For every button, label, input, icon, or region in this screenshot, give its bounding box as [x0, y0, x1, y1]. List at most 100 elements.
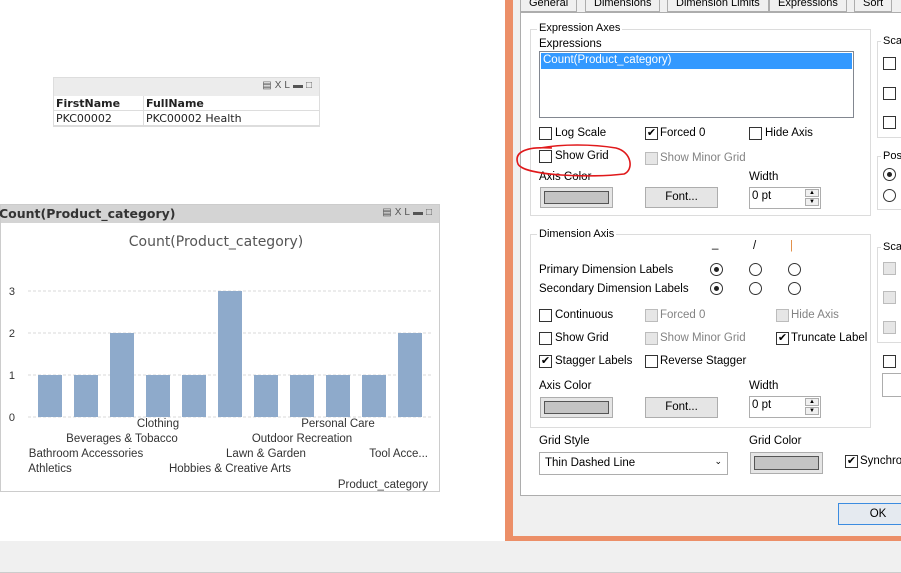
truncate-label-checkbox[interactable]: ✔	[776, 332, 789, 345]
axis-color-swatch[interactable]	[540, 187, 613, 208]
reverse-stagger-checkbox[interactable]	[645, 355, 658, 368]
maximize-icon[interactable]: □	[306, 80, 315, 91]
x-category-label: Bathroom Accessories	[29, 448, 144, 460]
dim-show-minor-grid-label: Show Minor Grid	[660, 332, 746, 344]
dim-show-grid-checkbox[interactable]	[539, 332, 552, 345]
bar[interactable]	[362, 375, 386, 417]
continuous-label: Continuous	[555, 309, 614, 321]
maximize-icon[interactable]: □	[426, 207, 435, 218]
chart-box-icons[interactable]: ▤XL▬□	[382, 207, 435, 218]
dim-axis-color-swatch[interactable]	[540, 397, 613, 418]
xl-export-icon[interactable]: XL	[275, 80, 293, 91]
log-scale-label: Log Scale	[555, 127, 607, 139]
y-tick-label: 3	[9, 286, 15, 298]
log-scale-checkbox[interactable]	[539, 127, 552, 140]
font-button[interactable]: Font...	[645, 187, 718, 208]
x-category-label: Personal Care	[301, 418, 375, 430]
position-radio-1[interactable]	[883, 168, 896, 181]
column-header-fullname[interactable]: FullName	[144, 96, 320, 111]
scale-checkbox-3[interactable]	[883, 116, 896, 129]
dim-font-button[interactable]: Font...	[645, 397, 718, 418]
minimize-icon[interactable]: ▬	[413, 207, 426, 218]
xl-export-icon[interactable]: XL	[395, 207, 413, 218]
spin-up-icon[interactable]: ▲	[805, 189, 819, 197]
grid-style-select[interactable]: Thin Dashed Line ⌄	[539, 452, 728, 475]
cell-fullname[interactable]: PKC00002 Health Checks_31May17	[144, 111, 320, 126]
ok-button[interactable]: OK	[838, 503, 901, 525]
dim-show-grid-label: Show Grid	[555, 332, 609, 344]
secondary-horizontal-radio[interactable]	[710, 282, 723, 295]
reverse-stagger-label: Reverse Stagger	[660, 355, 747, 367]
bar[interactable]	[398, 333, 422, 417]
tab-expressions[interactable]: Expressions	[769, 0, 847, 12]
minimize-icon[interactable]: ▬	[293, 80, 306, 91]
tab-dimension-limits[interactable]: Dimension Limits	[667, 0, 769, 12]
position-group-label: Pos	[881, 150, 901, 162]
bar[interactable]	[182, 375, 206, 417]
hide-axis-checkbox[interactable]	[749, 127, 762, 140]
show-minor-grid-checkbox	[645, 152, 658, 165]
y-tick-label: 2	[9, 328, 15, 340]
bar[interactable]	[254, 375, 278, 417]
dim-hide-axis-label: Hide Axis	[791, 309, 839, 321]
x-category-label: Clothing	[137, 418, 179, 430]
tab-sort[interactable]: Sort	[854, 0, 893, 12]
expression-item[interactable]: Count(Product_category)	[541, 53, 852, 69]
position-radio-2[interactable]	[883, 189, 896, 202]
hide-axis-label: Hide Axis	[765, 127, 813, 139]
primary-horizontal-radio[interactable]	[710, 263, 723, 276]
scale-checkbox-2[interactable]	[883, 87, 896, 100]
dim-scale-checkbox-2	[883, 291, 896, 304]
column-header-firstname[interactable]: FirstName	[54, 96, 144, 111]
synchronize-label: Synchronize	[860, 455, 901, 467]
forced0-checkbox[interactable]: ✔	[645, 127, 658, 140]
dim-width-label: Width	[749, 380, 779, 392]
width-spinner[interactable]: 0 pt ▲ ▼	[749, 187, 821, 209]
dimension-axis-label: Dimension Axis	[537, 228, 617, 240]
spin-down-icon[interactable]: ▼	[805, 407, 819, 415]
cell-firstname[interactable]: PKC00002	[54, 111, 144, 126]
bar[interactable]	[38, 375, 62, 417]
grid-color-swatch[interactable]	[750, 452, 823, 474]
dim-show-minor-grid-checkbox	[645, 332, 658, 345]
x-category-label: Beverages & Tobacco	[66, 433, 178, 445]
show-minor-grid-label: Show Minor Grid	[660, 152, 746, 164]
extra-checkbox[interactable]	[883, 355, 896, 368]
chevron-down-icon: ⌄	[714, 456, 722, 466]
secondary-labels-label: Secondary Dimension Labels	[539, 283, 689, 295]
spin-up-icon[interactable]: ▲	[805, 398, 819, 406]
scale-checkbox-1[interactable]	[883, 57, 896, 70]
extra-input[interactable]	[882, 373, 901, 397]
bar[interactable]	[110, 333, 134, 417]
width-value[interactable]: 0 pt	[752, 190, 771, 202]
secondary-diagonal-radio[interactable]	[749, 282, 762, 295]
secondary-vertical-radio[interactable]	[788, 282, 801, 295]
primary-diagonal-radio[interactable]	[749, 263, 762, 276]
bar[interactable]	[146, 375, 170, 417]
print-icon[interactable]: ▤	[382, 207, 394, 218]
orient-diagonal-header: /	[753, 240, 757, 252]
expressions-listbox[interactable]: Count(Product_category)	[539, 51, 854, 118]
bar[interactable]	[74, 375, 98, 417]
truncate-label-label: Truncate Label	[791, 332, 868, 344]
bar[interactable]	[290, 375, 314, 417]
dim-width-spinner[interactable]: 0 pt ▲ ▼	[749, 396, 821, 418]
stagger-labels-checkbox[interactable]: ✔	[539, 355, 552, 368]
print-icon[interactable]: ▤	[262, 80, 274, 91]
expression-axes-label: Expression Axes	[537, 22, 623, 34]
dim-width-value[interactable]: 0 pt	[752, 399, 771, 411]
bottom-area	[0, 541, 901, 573]
tab-general[interactable]: General	[520, 0, 578, 12]
continuous-checkbox[interactable]	[539, 309, 552, 322]
bar-chart: Count(Product_category) 0 1 2 3 Athletics Bath…	[9, 234, 432, 491]
tab-dimensions[interactable]: Dimensions	[585, 0, 661, 12]
x-category-label: Outdoor Recreation	[252, 433, 352, 445]
synchronize-checkbox[interactable]: ✔	[845, 455, 858, 468]
chart-caption: Count(Product_category)	[0, 206, 176, 221]
orient-horizontal-header: _	[712, 238, 719, 250]
bar[interactable]	[326, 375, 350, 417]
table-box-icons[interactable]: ▤XL▬□	[262, 80, 315, 91]
bar[interactable]	[218, 291, 242, 417]
spin-down-icon[interactable]: ▼	[805, 198, 819, 206]
primary-vertical-radio[interactable]	[788, 263, 801, 276]
